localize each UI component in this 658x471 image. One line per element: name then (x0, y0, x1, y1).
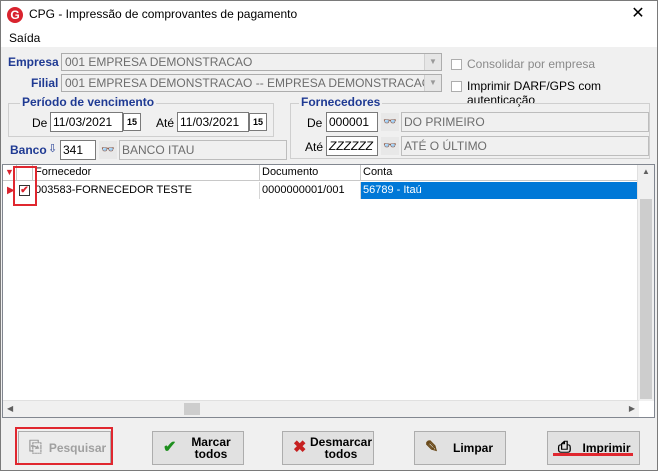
consolidar-label: Consolidar por empresa (467, 57, 596, 71)
imprimir-darf-checkbox[interactable] (451, 81, 462, 92)
payments-grid: ▼ Fornecedor Documento Conta ▶ ✔ 003583-… (2, 164, 655, 418)
scroll-up-icon[interactable]: ▲ (642, 167, 650, 176)
fornecedores-title: Fornecedores (299, 95, 383, 109)
cross-icon: ✖ (293, 439, 307, 456)
menu-bar: Saída (1, 29, 657, 47)
sort-down-icon[interactable]: ⇩ (48, 142, 57, 155)
empresa-select[interactable]: 001 EMPRESA DEMONSTRACAO ▼ (61, 53, 442, 71)
marcar-line2: todos (194, 447, 228, 461)
limpar-label: Limpar (452, 441, 493, 455)
banco-code-input[interactable]: 341 (60, 140, 96, 160)
app-logo-icon: G (7, 7, 23, 23)
fornecedor-de-name: DO PRIMEIRO (401, 112, 649, 132)
desmarcar-line2: todos (324, 447, 358, 461)
calendar-icon[interactable]: 15 (249, 113, 267, 131)
annotation-highlight-checkbox (13, 166, 37, 206)
periodo-title: Período de vencimento (20, 95, 157, 109)
banco-name: BANCO ITAU (119, 140, 287, 160)
marcar-label: Marcar todos (183, 432, 239, 464)
imprimir-label: Imprimir (582, 441, 631, 455)
scroll-left-icon[interactable]: ◀ (7, 404, 13, 413)
consolidar-checkbox[interactable] (451, 59, 462, 70)
column-header-documento[interactable]: Documento (260, 165, 361, 181)
fornecedor-ate-label: Até (305, 140, 324, 154)
scroll-right-icon[interactable]: ▶ (629, 404, 635, 413)
column-header-fornecedor[interactable]: Fornecedor (33, 165, 260, 181)
title-bar: G CPG - Impressão de comprovantes de pag… (1, 1, 657, 29)
annotation-underline-imprimir (553, 453, 633, 456)
desmarcar-todos-button[interactable]: ✖ Desmarcar todos (282, 431, 374, 465)
fornecedor-ate-input[interactable]: ZZZZZZ (326, 136, 378, 156)
scroll-thumb[interactable] (640, 199, 652, 399)
filial-label: Filial (31, 76, 59, 90)
broom-icon: ✎ (425, 439, 439, 456)
imprimir-button[interactable]: ⎙ Imprimir (547, 431, 640, 465)
calendar-icon[interactable]: 15 (123, 113, 141, 131)
menu-item-saida[interactable]: Saída (9, 31, 40, 45)
filial-value: 001 EMPRESA DEMONSTRACAO -- EMPRESA DEMO… (65, 76, 432, 90)
cell-fornecedor: 003583-FORNECEDOR TESTE (33, 182, 260, 199)
banco-label: Banco (10, 143, 47, 157)
fornecedor-ate-name: ATÉ O ÚLTIMO (401, 136, 649, 156)
limpar-button[interactable]: ✎ Limpar (414, 431, 506, 465)
window-title: CPG - Impressão de comprovantes de pagam… (29, 7, 298, 21)
marcar-todos-button[interactable]: ✔ Marcar todos (152, 431, 244, 465)
binoculars-icon[interactable]: 👓 (381, 137, 399, 155)
periodo-de-label: De (32, 116, 48, 130)
annotation-highlight-pesquisar (15, 427, 113, 465)
binoculars-icon[interactable]: 👓 (99, 141, 117, 159)
table-row[interactable]: ▶ ✔ 003583-FORNECEDOR TESTE 0000000001/0… (3, 182, 639, 199)
main-window: G CPG - Impressão de comprovantes de pag… (0, 0, 658, 471)
desmarcar-label: Desmarcar todos (310, 432, 372, 464)
chevron-down-icon[interactable]: ▼ (424, 54, 441, 70)
periodo-de-input[interactable]: 11/03/2021 (50, 112, 123, 132)
empresa-value: 001 EMPRESA DEMONSTRACAO (65, 55, 253, 69)
cell-conta: 56789 - Itaú (361, 182, 639, 199)
scroll-thumb[interactable] (184, 403, 200, 415)
vertical-scrollbar[interactable]: ▲ (637, 165, 654, 401)
empresa-label: Empresa (8, 55, 59, 69)
cell-documento: 0000000001/001 (260, 182, 361, 199)
fornecedor-de-label: De (307, 116, 323, 130)
periodo-ate-label: Até (156, 116, 175, 130)
filial-select[interactable]: 001 EMPRESA DEMONSTRACAO -- EMPRESA DEMO… (61, 74, 442, 92)
binoculars-icon[interactable]: 👓 (381, 113, 399, 131)
horizontal-scrollbar[interactable]: ◀ ▶ (3, 400, 639, 417)
close-icon[interactable]: ✕ (627, 4, 649, 24)
periodo-ate-input[interactable]: 11/03/2021 (177, 112, 249, 132)
checkmark-icon: ✔ (163, 439, 177, 456)
column-header-conta[interactable]: Conta (361, 165, 639, 181)
fornecedor-de-input[interactable]: 000001 (326, 112, 378, 132)
chevron-down-icon[interactable]: ▼ (424, 75, 441, 91)
